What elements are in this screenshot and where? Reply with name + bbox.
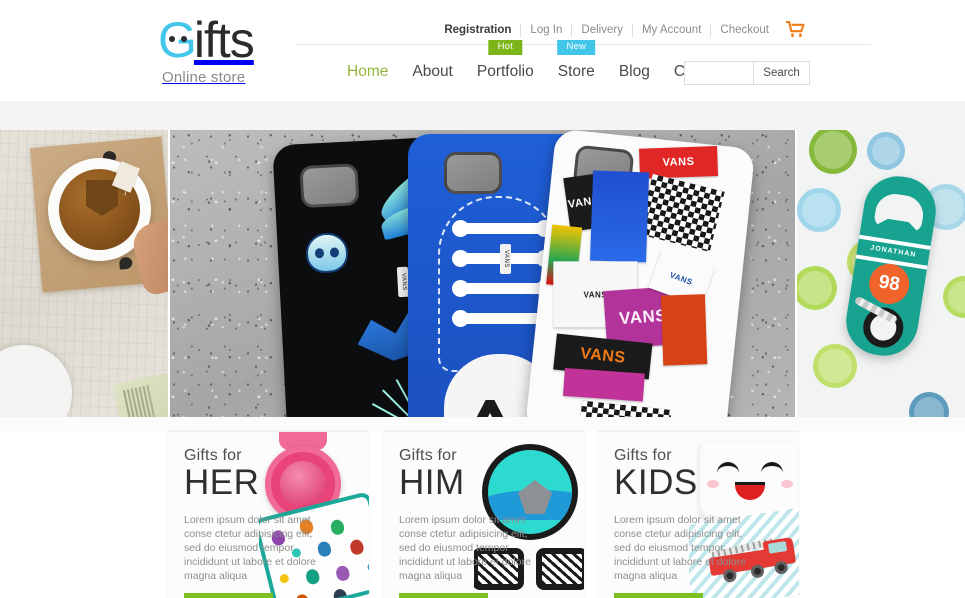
vans-tag-label: VANS — [500, 244, 511, 274]
sticker-checkerboard — [578, 400, 672, 417]
phone-case-stickers: VANS VANS VANS VANS VANS VANS — [524, 130, 756, 417]
nav-item-store-label: Store — [557, 63, 595, 80]
card-description: Lorem ipsum dolor sit amet conse ctetur … — [184, 514, 316, 582]
opener-number-badge: 98 — [866, 261, 913, 307]
nav-item-portfolio[interactable]: Hot Portfolio — [465, 40, 546, 81]
card-title: HIM — [399, 463, 465, 502]
toplink-delivery[interactable]: Delivery — [572, 23, 633, 37]
skull-graphic — [304, 231, 349, 274]
promo-cards: Gifts for HER Lorem ipsum dolor sit amet… — [0, 431, 965, 598]
hero-slide-bottle-opener[interactable]: JONATHAN 98 — [797, 130, 965, 417]
site-header: Gifts Online store Registration Log In D… — [0, 0, 965, 101]
opener-notch — [873, 191, 926, 234]
mug-blush — [781, 480, 793, 488]
logo-letters-rest: ifts — [193, 12, 255, 68]
logo-letter-g: G — [158, 12, 197, 68]
site-logo[interactable]: Gifts Online store — [158, 14, 288, 90]
card-description: Lorem ipsum dolor sit amet conse ctetur … — [399, 514, 531, 582]
bottle-cap — [813, 344, 857, 388]
sticker-vans-red: VANS — [639, 145, 719, 179]
shopping-cart-icon[interactable] — [785, 20, 807, 40]
camera-cutout — [444, 152, 502, 194]
logo-eye-left-icon — [169, 36, 175, 42]
toplink-login[interactable]: Log In — [521, 23, 573, 37]
card-title: HER — [184, 463, 260, 502]
toplink-registration[interactable]: Registration — [435, 23, 522, 37]
card-title: KIDS — [614, 463, 698, 502]
shop-now-button-him[interactable]: Shop now — [399, 593, 488, 598]
search-form: Search — [684, 61, 810, 85]
hero-slide-phone-cases[interactable]: VANS VANS VANS VANS VANS VANS VANS VANS — [168, 130, 797, 417]
hero-slider[interactable]: VANS VANS VANS VANS VANS VANS VANS VANS … — [0, 130, 965, 417]
nav-item-about[interactable]: About — [400, 63, 465, 81]
logo-wordmark: Gifts — [158, 14, 288, 66]
badge-new: New — [557, 40, 596, 55]
search-input[interactable] — [685, 62, 753, 84]
hero-slide-tea-cup[interactable] — [0, 130, 168, 417]
sticker-checkerboard — [637, 173, 725, 252]
camera-cutout — [299, 163, 360, 209]
hero-band: VANS VANS VANS VANS VANS VANS VANS VANS … — [0, 101, 965, 431]
toplink-my-account[interactable]: My Account — [633, 23, 712, 37]
sticker-breaking-out — [660, 294, 708, 366]
nav-item-portfolio-label: Portfolio — [476, 63, 534, 80]
shop-now-button-her[interactable]: Shop now — [184, 593, 273, 598]
promo-card-him[interactable]: Gifts for HIM Lorem ipsum dolor sit amet… — [383, 431, 584, 598]
promo-card-kids[interactable]: Gifts for KIDS Lorem ipsum dolor sit ame… — [598, 431, 799, 598]
board-mark-icon — [118, 256, 133, 270]
card-text-kids: Gifts for KIDS Lorem ipsum dolor sit ame… — [598, 432, 746, 598]
shop-now-button-kids[interactable]: Shop now — [614, 593, 703, 598]
shoe-lace — [458, 283, 542, 294]
card-text-her: Gifts for HER Lorem ipsum dolor sit amet… — [168, 432, 316, 598]
utility-links: Registration Log In Delivery My Account … — [435, 20, 807, 40]
toplink-checkout[interactable]: Checkout — [711, 24, 781, 37]
search-button[interactable]: Search — [753, 62, 809, 84]
bottle-cap — [867, 132, 905, 170]
glasses-lens-right — [536, 548, 584, 590]
badge-hot: Hot — [488, 40, 523, 55]
logo-tagline: Online store — [162, 69, 246, 86]
nav-item-store[interactable]: New Store — [546, 40, 607, 81]
sticker-chevron-blue — [590, 170, 650, 263]
shoe-lace — [458, 313, 542, 324]
bottle-cap — [797, 188, 841, 232]
logo-eye-right-icon — [181, 36, 187, 42]
nav-item-blog[interactable]: Blog — [607, 63, 662, 81]
nav-item-home[interactable]: Home — [335, 63, 400, 81]
card-description: Lorem ipsum dolor sit amet conse ctetur … — [614, 514, 746, 582]
mug-eye-right-icon — [761, 462, 783, 474]
sticker-pink-script — [563, 367, 645, 402]
promo-card-her[interactable]: Gifts for HER Lorem ipsum dolor sit amet… — [168, 431, 369, 598]
shopping-cart-glyph — [786, 20, 805, 37]
shoe-lace — [458, 223, 542, 234]
card-text-him: Gifts for HIM Lorem ipsum dolor sit amet… — [383, 432, 531, 598]
